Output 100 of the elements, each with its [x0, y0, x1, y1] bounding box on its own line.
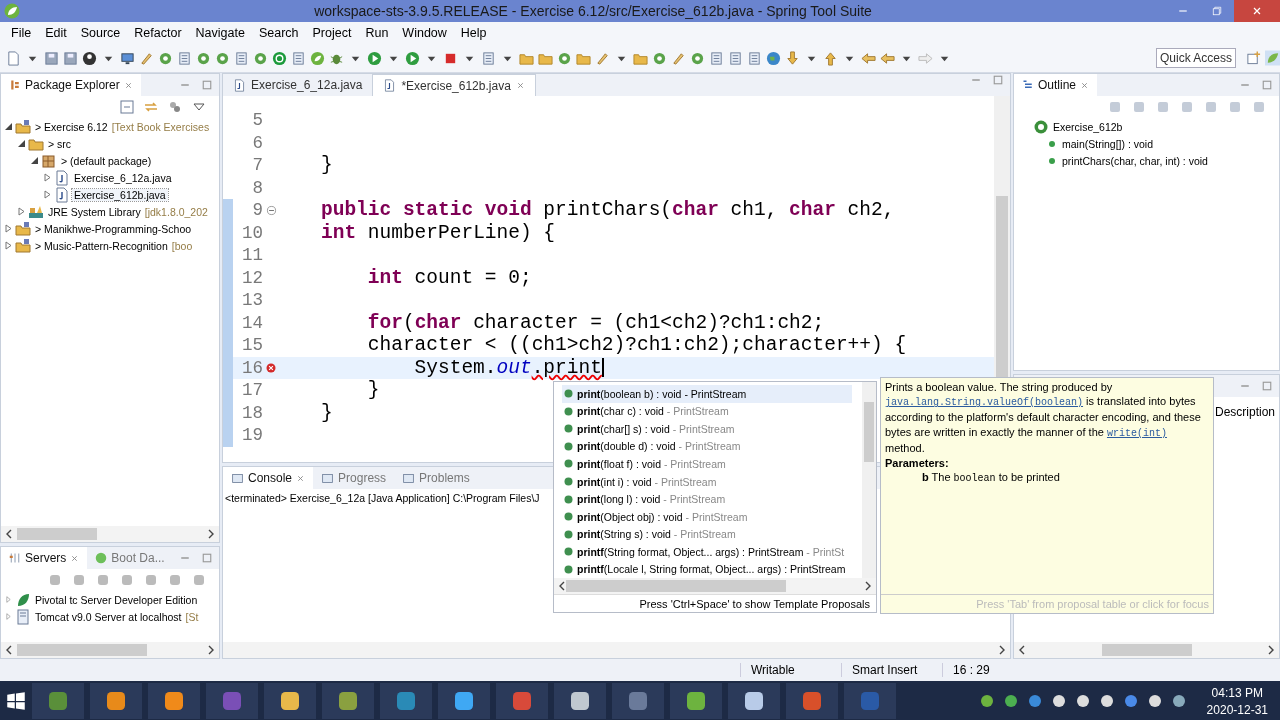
- menu-item[interactable]: Refactor: [127, 24, 189, 42]
- taskbar-button[interactable]: [32, 683, 84, 719]
- taskbar-button[interactable]: [264, 683, 316, 719]
- proposal-item[interactable]: print(float f) : void - PrintStream: [562, 455, 852, 473]
- collapse-icon[interactable]: [265, 203, 278, 217]
- taskbar-button[interactable]: [438, 683, 490, 719]
- tray-icon[interactable]: [1098, 693, 1115, 709]
- person-icon[interactable]: [82, 50, 97, 66]
- close-icon[interactable]: [296, 473, 306, 483]
- expanded-arrow-icon[interactable]: [30, 156, 39, 165]
- scroll-left-icon[interactable]: [5, 529, 13, 539]
- column-header[interactable]: Description: [1214, 405, 1275, 419]
- collapsed-arrow-icon[interactable]: [17, 207, 26, 216]
- menu-item[interactable]: Search: [251, 24, 306, 42]
- scroll-left-icon[interactable]: [1018, 645, 1026, 655]
- tray-icon[interactable]: [978, 693, 995, 709]
- taskbar-button[interactable]: [148, 683, 200, 719]
- tray-icon[interactable]: [1002, 693, 1019, 709]
- tree-item[interactable]: Tomcat v9.0 Server at localhost: [33, 610, 184, 623]
- power-icon[interactable]: [272, 50, 287, 66]
- scroll-right-icon[interactable]: [864, 581, 872, 591]
- horizontal-scrollbar[interactable]: [1014, 642, 1279, 658]
- proposal-item[interactable]: print(double d) : void - PrintStream: [562, 437, 852, 456]
- maximize-icon[interactable]: [992, 74, 1004, 86]
- close-icon[interactable]: [515, 81, 525, 90]
- panel-tab[interactable]: Progress: [313, 467, 395, 489]
- tree-item[interactable]: JRE System Library: [46, 205, 143, 218]
- expanded-arrow-icon[interactable]: [4, 122, 13, 131]
- collapsed-arrow-icon[interactable]: [43, 190, 52, 199]
- taskbar-button[interactable]: [728, 683, 780, 719]
- close-icon[interactable]: [123, 80, 133, 90]
- panel-tab[interactable]: Console: [223, 467, 314, 489]
- outline-item[interactable]: Exercise_612b: [1051, 120, 1125, 133]
- proposal-item[interactable]: print(char c) : void - PrintStream: [562, 402, 852, 421]
- collapsed-arrow-icon[interactable]: [43, 173, 52, 182]
- menu-item[interactable]: Navigate: [188, 24, 252, 42]
- tree-item[interactable]: > (default package): [59, 154, 154, 167]
- horizontal-scrollbar[interactable]: [223, 642, 1010, 658]
- panel-tab[interactable]: Boot Da...: [87, 547, 173, 569]
- menu-item[interactable]: Run: [358, 24, 396, 42]
- tree-item[interactable]: > src: [46, 137, 74, 150]
- maximize-icon[interactable]: [201, 79, 213, 91]
- proposal-item[interactable]: print(long l) : void - PrintStream: [562, 490, 852, 508]
- tree-item[interactable]: > Exercise 6.12: [33, 120, 110, 133]
- menu-item[interactable]: Edit: [38, 24, 74, 42]
- horizontal-scrollbar[interactable]: [1, 526, 219, 542]
- scroll-left-icon[interactable]: [558, 581, 566, 591]
- tree-item[interactable]: Pivotal tc Server Developer Edition: [33, 593, 200, 606]
- spring-perspective-icon[interactable]: [1265, 50, 1280, 66]
- leaf-icon[interactable]: [310, 50, 325, 66]
- collapse-all-icon[interactable]: [119, 99, 135, 115]
- panel-tab[interactable]: Outline: [1014, 74, 1098, 96]
- doc-link[interactable]: write(int): [1106, 427, 1167, 439]
- collapsed-arrow-icon[interactable]: [4, 241, 13, 250]
- taskbar-button[interactable]: [670, 683, 722, 719]
- close-icon[interactable]: [70, 553, 80, 563]
- perspective-icon[interactable]: [1246, 50, 1261, 66]
- panel-tab[interactable]: Package Explorer: [1, 74, 141, 96]
- tray-icon[interactable]: [1146, 693, 1163, 709]
- expanded-arrow-icon[interactable]: [17, 139, 26, 148]
- restore-icon[interactable]: [1211, 5, 1223, 17]
- panel-tab[interactable]: Problems: [394, 467, 478, 489]
- proposal-item[interactable]: print(boolean b) : void - PrintStream: [562, 385, 852, 403]
- outline-item[interactable]: printChars(char, char, int) : void: [1060, 154, 1210, 167]
- tray-icon[interactable]: [1170, 693, 1187, 709]
- doc-link[interactable]: java.lang.String.valueOf(boolean): [885, 397, 1084, 409]
- menu-item[interactable]: Source: [73, 24, 128, 42]
- maximize-icon[interactable]: [1261, 380, 1273, 392]
- menu-item[interactable]: Window: [395, 24, 454, 42]
- scroll-right-icon[interactable]: [207, 645, 215, 655]
- outline-item[interactable]: main(String[]) : void: [1060, 137, 1156, 150]
- menu-item[interactable]: Help: [453, 24, 494, 42]
- taskbar-button[interactable]: [322, 683, 374, 719]
- tree-item[interactable]: > Manikhwe-Programming-Schoo: [33, 222, 194, 235]
- vertical-scrollbar[interactable]: [862, 382, 876, 578]
- scroll-right-icon[interactable]: [207, 529, 215, 539]
- proposal-item[interactable]: print(Object obj) : void - PrintStream: [562, 507, 852, 526]
- panel-tab[interactable]: Servers: [1, 547, 88, 569]
- proposal-item[interactable]: print(String s) : void - PrintStream: [562, 525, 852, 543]
- scroll-right-icon[interactable]: [998, 645, 1006, 655]
- proposal-item[interactable]: print(int i) : void - PrintStream: [562, 472, 852, 491]
- menu-item[interactable]: Project: [305, 24, 359, 42]
- globe-icon[interactable]: [766, 50, 781, 66]
- maximize-icon[interactable]: [201, 552, 213, 564]
- brush-icon[interactable]: [671, 50, 686, 66]
- tree-item[interactable]: > Music-Pattern-Recognition: [33, 239, 170, 252]
- tree-item[interactable]: Exercise_6_12a.java: [72, 171, 174, 184]
- brush-icon[interactable]: [139, 50, 154, 66]
- horizontal-scrollbar[interactable]: [554, 578, 876, 594]
- taskbar-button[interactable]: [380, 683, 432, 719]
- editor-tab[interactable]: Exercise_6_12a.java: [223, 74, 373, 96]
- tray-icon[interactable]: [1074, 693, 1091, 709]
- proposal-item[interactable]: printf(Locale l, String format, Object... args) : PrintStream: [562, 560, 852, 578]
- editor-tab[interactable]: *Exercise_612b.java: [372, 74, 536, 96]
- taskbar-button[interactable]: [554, 683, 606, 719]
- menu-item[interactable]: File: [4, 24, 39, 42]
- tree-item[interactable]: Exercise_612b.java: [72, 188, 168, 201]
- quick-access-field[interactable]: Quick Access: [1156, 48, 1236, 68]
- scroll-left-icon[interactable]: [5, 645, 13, 655]
- proposal-item[interactable]: printf(String format, Object... args) : PrintStream - PrintSt: [562, 542, 852, 561]
